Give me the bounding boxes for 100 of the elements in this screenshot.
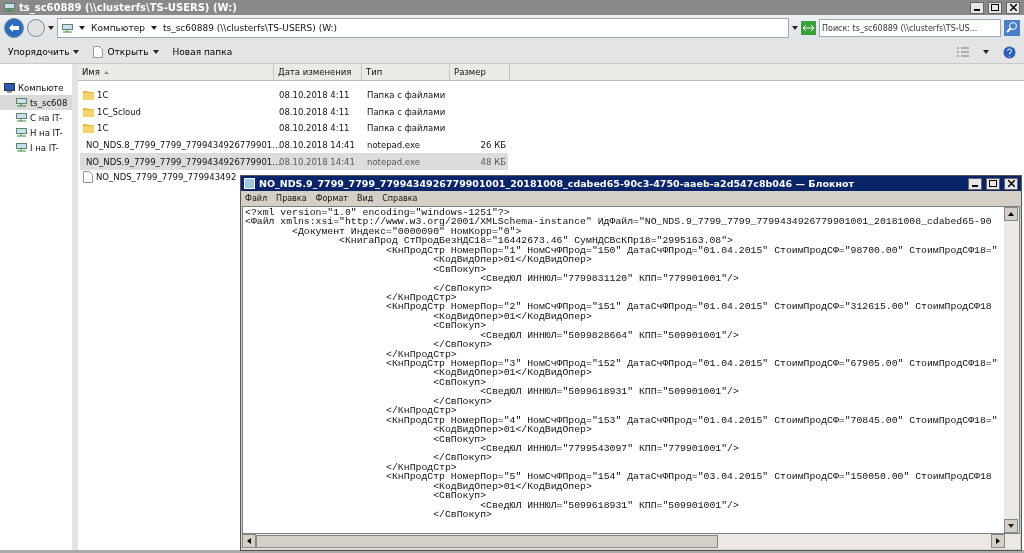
back-button[interactable]: [4, 18, 24, 38]
file-row[interactable]: NO_NDS.8_7799_7799_7799434926779901...08.10.2018 14:41 notepad.exe 26 КБ: [80, 136, 508, 154]
scrollbar-thumb[interactable]: [256, 535, 718, 548]
window-title: ts_sc60889 (\\clusterfs\TS-USERS) (W:): [19, 2, 238, 13]
text-line: </КнПродСтр>: [385, 292, 457, 303]
close-button[interactable]: [1006, 1, 1020, 14]
caret-icon: [792, 26, 798, 30]
help-icon[interactable]: [1003, 45, 1016, 59]
menu-item[interactable]: Правка: [276, 194, 307, 203]
notepad-icon: [244, 178, 255, 189]
sidebar-item[interactable]: H на IT-: [0, 125, 72, 140]
text-line: <КодВидОпер>01</КодВидОпер>: [433, 481, 592, 492]
column-header[interactable]: Размер: [450, 64, 510, 80]
text-line: <Файл xmlns:xsi="http://www.w3.org/2001/XMLSchema-instance" ИдФайл="NO_NDS.9_7799_7799_7799434926779901001_20181008_cdabed65-90: [245, 217, 993, 227]
text-line: <СведЮЛ ИННЮЛ="5099618931" КПП="509901001"/>: [480, 500, 740, 510]
column-header[interactable]: Тип: [362, 64, 450, 80]
text-line: <Документ Индекс="0000090" НомКорр="0">: [292, 226, 522, 237]
text-line: <СведЮЛ ИННЮЛ="5099828664" КПП="509901001"/>: [480, 330, 740, 341]
menu-item[interactable]: Вид: [357, 194, 374, 203]
file-name: 1C: [80, 90, 276, 101]
size-cell-text: 26 КБ: [479, 140, 507, 151]
text-line: </КнПродСтр>: [385, 349, 457, 359]
file-name: NO_NDS_7799_7799_779943492: [80, 170, 237, 183]
refresh-icon[interactable]: [801, 21, 816, 35]
file-row[interactable]: NO_NDS.9_7799_7799_7799434926779901...08.10.2018 14:41 notepad.exe 48 КБ: [80, 153, 508, 170]
type-cell-text: Папка с файлами: [366, 106, 447, 117]
document-icon: [83, 170, 93, 183]
computer-icon: [4, 82, 15, 93]
file-row[interactable]: 1C 08.10.2018 4:11 Папка с файлами: [80, 120, 508, 137]
caret-icon: [150, 26, 157, 30]
breadcrumb[interactable]: Компьютер: [91, 23, 145, 33]
sidebar-item[interactable]: I на IT-: [0, 140, 72, 155]
address-bar[interactable]: Компьютер ts_sc60889 (\\clusterfs\TS-USERS) (W:): [57, 18, 789, 38]
column-header[interactable]: Дата изменения: [274, 64, 362, 80]
close-button[interactable]: [1004, 177, 1018, 190]
caret-icon: [48, 26, 54, 30]
right-arrow-icon: [996, 538, 1000, 544]
text-line: <КодВидОпер>01</КодВидОпер>: [433, 311, 592, 322]
type-cell-text: Папка с файлами: [366, 123, 447, 134]
column-header[interactable]: Имя: [78, 64, 274, 80]
text-line: <КнигаПрод СтПродБезНДС18="16442673.46" СумНДСВсКПр18="2995163.08">: [339, 236, 733, 246]
file-name: 1C: [80, 123, 276, 134]
sidebar-item[interactable]: C на IT-: [0, 110, 72, 125]
type-cell-text: Папка с файлами: [366, 90, 447, 101]
text-line: <СвПокуп>: [432, 377, 487, 388]
scroll-left-button[interactable]: [242, 534, 256, 548]
text-line: <СвПокуп>: [432, 491, 487, 501]
menu-item[interactable]: Файл: [245, 194, 268, 203]
minimize-button[interactable]: [970, 1, 984, 14]
text-line: <КодВидОпер>01</КодВидОпер>: [433, 368, 592, 378]
sidebar-item[interactable]: Компьюте: [0, 80, 72, 95]
text-line: <СвПокуп>: [432, 434, 487, 444]
scroll-right-button[interactable]: [991, 534, 1005, 548]
text-line: <КнПродСтр НомерПор="2" НомСчФПрод="151" ДатаСчФПрод="01.04.2015" СтоимПродСФ="312615.00" СтоимПродСФ18: [385, 302, 993, 312]
text-line: <КодВидОпер>01</КодВидОпер>: [433, 425, 592, 435]
search-field[interactable]: Поиск: ts_sc60889 (\\clusterfs\TS-US...: [819, 19, 1001, 37]
text-line: <КнПродСтр НомерПор="1" НомСчФПрод="150" ДатаСчФПрод="01.04.2015" СтоимПродСФ="98700.00" СтоимПродСФ18=": [386, 245, 999, 256]
text-line: <СвПокуп>: [432, 321, 487, 331]
text-line: <КнПродСтр НомерПор="5" НомСчФПрод="154" ДатаСчФПрод="03.04.2015" СтоимПродСФ="150050.00" СтоимПродСФ18: [385, 472, 993, 482]
folder-icon: [83, 123, 94, 134]
text-line: </КнПродСтр>: [385, 462, 457, 473]
left-arrow-icon: [247, 538, 251, 544]
maximize-button[interactable]: [986, 177, 1000, 190]
menu-item[interactable]: Справка: [382, 194, 418, 203]
network-drive-icon: [16, 143, 27, 152]
network-drive-icon: [62, 23, 73, 33]
forward-button[interactable]: [27, 19, 45, 37]
toolbar-button[interactable]: Новая папка: [172, 47, 233, 57]
text-line: <СведЮЛ ИННЮЛ="5099618931" КПП="509901001"/>: [480, 387, 740, 397]
text-line: </СвПокуп>: [433, 283, 492, 293]
caret-icon: [983, 50, 989, 54]
sort-arrow-icon: [103, 70, 109, 74]
menu-item[interactable]: Формат: [315, 194, 349, 203]
file-row[interactable]: 1C_Scloud 08.10.2018 4:11 Папка с файлами: [80, 103, 508, 121]
toolbar-button[interactable]: Упорядочить: [8, 47, 80, 57]
caret-icon: [1008, 524, 1014, 528]
file-row[interactable]: 1C 08.10.2018 4:11 Папка с файлами: [80, 87, 508, 104]
text-line: <СведЮЛ ИННЮЛ="7799831120" КПП="779901001"/>: [480, 274, 740, 284]
text-line: <КнПродСтр НомерПор="3" НомСчФПрод="152" ДатаСчФПрод="01.04.2015" СтоимПродСФ="67905.00" СтоимПродСФ18=": [385, 359, 999, 369]
sidebar-item[interactable]: ts_sc608: [0, 95, 72, 110]
toolbar-button[interactable]: Открыть: [93, 46, 159, 58]
scroll-up-button[interactable]: [1004, 207, 1018, 221]
date-cell-text: 08.10.2018 4:11: [278, 90, 351, 101]
maximize-button[interactable]: [988, 1, 1002, 14]
scroll-down-button[interactable]: [1004, 519, 1018, 533]
text-line: <КнПродСтр НомерПор="4" НомСчФПрод="153" ДатаСчФПрод="01.04.2015" СтоимПродСФ="70845.00" СтоимПродСФ18=": [385, 415, 999, 426]
type-cell-text: notepad.exe: [366, 140, 421, 151]
minimize-button[interactable]: [968, 177, 982, 190]
breadcrumb[interactable]: ts_sc60889 (\\clusterfs\TS-USERS) (W:): [162, 23, 338, 33]
up-arrow-icon: [1008, 212, 1014, 216]
file-row[interactable]: NO_NDS_7799_7799_779943492: [80, 169, 237, 187]
text-line: <?xml version="1.0" encoding="windows-1251"?>: [245, 208, 510, 218]
text-line: <КодВидОпер>01</КодВидОпер>: [433, 255, 592, 265]
window-title: NO_NDS.9_7799_7799_7799434926779901001_20181008_cdabed65-90c3-4750-aaeb-a2d547c8b046 — Блокнот: [259, 178, 856, 189]
network-drive-icon: [16, 113, 27, 122]
maximize-icon: [991, 4, 999, 11]
text-line: </СвПокуп>: [432, 510, 492, 520]
caret-icon: [79, 26, 85, 30]
search-icon[interactable]: [1004, 20, 1020, 36]
text-line: <СвПокуп>: [432, 264, 487, 275]
